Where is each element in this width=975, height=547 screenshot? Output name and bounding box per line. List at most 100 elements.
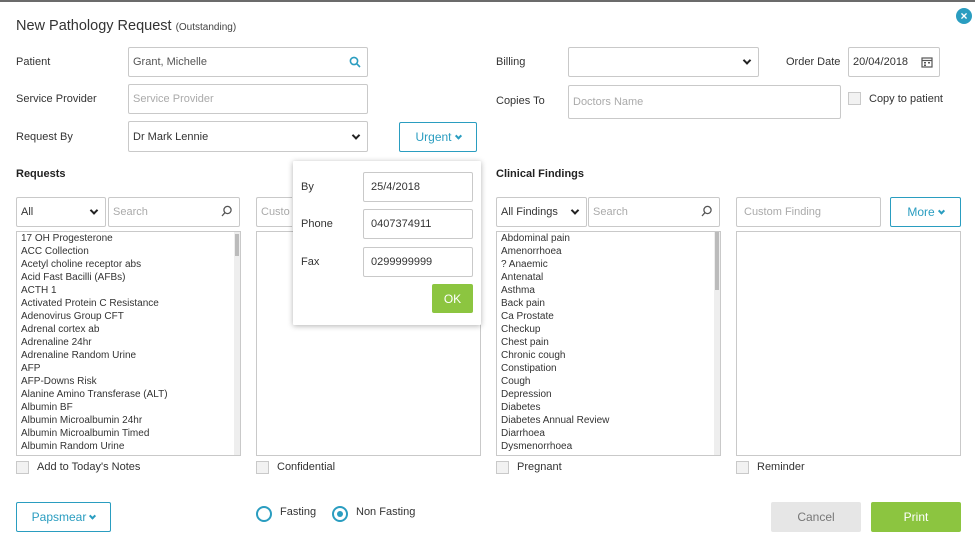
copies-to-input[interactable]: Doctors Name xyxy=(568,85,841,119)
findings-search-input[interactable]: Search xyxy=(588,197,720,227)
list-item[interactable]: AFP-Downs Risk xyxy=(17,375,240,388)
list-item[interactable]: Albumin Random Urine xyxy=(17,440,240,453)
list-item[interactable]: Diabetes Annual Review xyxy=(497,414,720,427)
list-item[interactable]: Acid Fast Bacilli (AFBs) xyxy=(17,271,240,284)
list-item[interactable]: AFP xyxy=(17,362,240,375)
findings-list-items: Abdominal pain Amenorrhoea? Anaemic Antena… xyxy=(497,232,720,453)
custom-request-input[interactable]: Custo xyxy=(256,197,292,227)
list-item[interactable]: Amenorrhoea xyxy=(497,245,720,258)
copy-to-patient-checkbox[interactable] xyxy=(848,92,861,105)
list-item[interactable]: Back pain xyxy=(497,297,720,310)
top-border xyxy=(0,0,975,2)
copies-to-label: Copies To xyxy=(496,95,545,107)
confidential-checkbox[interactable] xyxy=(256,461,269,474)
list-item[interactable]: ? Anaemic xyxy=(497,258,720,271)
scrollbar-thumb[interactable] xyxy=(235,234,239,256)
billing-select[interactable] xyxy=(568,47,759,77)
chevron-down-icon xyxy=(937,207,945,215)
patient-field[interactable]: Grant, Michelle xyxy=(128,47,368,77)
phone-input[interactable]: 0407374911 xyxy=(363,209,473,239)
request-by-value: Dr Mark Lennie xyxy=(133,130,209,143)
fax-input[interactable]: 0299999999 xyxy=(363,247,473,277)
list-item[interactable]: Adenovirus Group CFT xyxy=(17,310,240,323)
search-icon[interactable] xyxy=(701,205,713,217)
findings-list[interactable]: Abdominal pain Amenorrhoea? Anaemic Antena… xyxy=(496,231,721,456)
cancel-button[interactable]: Cancel xyxy=(771,502,861,532)
list-item[interactable]: Depression xyxy=(497,388,720,401)
ok-button[interactable]: OK xyxy=(432,284,473,313)
list-item[interactable]: Albumin BF xyxy=(17,401,240,414)
non-fasting-radio[interactable] xyxy=(332,506,348,522)
patient-label: Patient xyxy=(16,56,51,68)
list-item[interactable]: Albumin Microalbumin 24hr xyxy=(17,414,240,427)
phone-value: 0407374911 xyxy=(371,218,432,230)
list-item[interactable]: Diabetes xyxy=(497,401,720,414)
list-item[interactable]: Adrenaline 24hr xyxy=(17,336,240,349)
list-item[interactable]: Antenatal xyxy=(497,271,720,284)
list-item[interactable]: ACTH 1 xyxy=(17,284,240,297)
list-item[interactable]: Adrenal cortex ab xyxy=(17,323,240,336)
clinical-findings-heading: Clinical Findings xyxy=(496,168,585,180)
requests-search-input[interactable]: Search xyxy=(108,197,240,227)
list-item[interactable]: Ca Prostate xyxy=(497,310,720,323)
fasting-radio[interactable] xyxy=(256,506,272,522)
chevron-down-icon xyxy=(742,56,752,65)
pregnant-checkbox[interactable] xyxy=(496,461,509,474)
dialog-status: (Outstanding) xyxy=(175,22,237,33)
request-by-select[interactable]: Dr Mark Lennie xyxy=(128,121,368,152)
selected-findings-list[interactable] xyxy=(736,231,961,456)
scrollbar-thumb[interactable] xyxy=(715,232,719,290)
list-item[interactable]: Abdominal pain xyxy=(497,232,720,245)
list-item[interactable]: Alanine Amino Transferase (ALT) xyxy=(17,388,240,401)
requests-list-items: 17 OH Progesterone ACC Collection Acetyl c… xyxy=(17,232,240,453)
custom-finding-input[interactable]: Custom Finding xyxy=(736,197,881,227)
list-item[interactable]: Acetyl choline receptor abs xyxy=(17,258,240,271)
chevron-down-icon xyxy=(454,132,462,140)
service-provider-label: Service Provider xyxy=(16,93,97,105)
list-item[interactable]: Constipation xyxy=(497,362,720,375)
chevron-down-icon xyxy=(351,130,361,140)
requests-heading: Requests xyxy=(16,168,66,180)
list-item[interactable]: Diarrhoea xyxy=(497,427,720,440)
scrollbar[interactable] xyxy=(234,232,240,455)
requests-list[interactable]: 17 OH Progesterone ACC Collection Acetyl c… xyxy=(16,231,241,456)
findings-filter-select[interactable]: All Findings xyxy=(496,197,587,227)
requests-filter-select[interactable]: All xyxy=(16,197,106,227)
list-item[interactable]: Checkup xyxy=(497,323,720,336)
list-item[interactable]: Dysmenorrhoea xyxy=(497,440,720,453)
urgent-button[interactable]: Urgent xyxy=(399,122,477,152)
calendar-icon[interactable] xyxy=(921,56,933,68)
chevron-down-icon xyxy=(89,512,97,520)
list-item[interactable]: Chest pain xyxy=(497,336,720,349)
list-item[interactable]: 17 OH Progesterone xyxy=(17,232,240,245)
list-item[interactable]: Albumin Microalbumin Timed xyxy=(17,427,240,440)
fax-label: Fax xyxy=(301,256,320,268)
search-icon[interactable] xyxy=(349,56,361,68)
close-icon[interactable]: × xyxy=(956,8,972,24)
scrollbar[interactable] xyxy=(714,232,720,455)
list-item[interactable]: Activated Protein C Resistance xyxy=(17,297,240,310)
papsmear-button[interactable]: Papsmear xyxy=(16,502,111,532)
service-provider-input[interactable]: Service Provider xyxy=(128,84,368,114)
reminder-checkbox[interactable] xyxy=(736,461,749,474)
request-by-label: Request By xyxy=(16,131,73,143)
fasting-label: Fasting xyxy=(280,506,317,518)
print-label: Print xyxy=(903,510,929,524)
list-item[interactable]: Chronic cough xyxy=(497,349,720,362)
more-button[interactable]: More xyxy=(890,197,961,227)
urgent-label: Urgent xyxy=(415,130,452,144)
findings-filter-value: All Findings xyxy=(501,206,558,218)
list-item[interactable]: Adrenaline Random Urine xyxy=(17,349,240,362)
add-to-notes-label: Add to Today's Notes xyxy=(37,461,141,473)
list-item[interactable]: Cough xyxy=(497,375,720,388)
add-to-notes-checkbox[interactable] xyxy=(16,461,29,474)
order-date-input[interactable]: 20/04/2018 xyxy=(848,47,940,77)
list-item[interactable]: Asthma xyxy=(497,284,720,297)
service-provider-placeholder: Service Provider xyxy=(133,93,214,105)
by-date-input[interactable]: 25/4/2018 xyxy=(363,172,473,202)
cancel-label: Cancel xyxy=(797,510,835,524)
list-item[interactable]: ACC Collection xyxy=(17,245,240,258)
print-button[interactable]: Print xyxy=(871,502,961,532)
order-date-value: 20/04/2018 xyxy=(853,56,909,68)
search-icon[interactable] xyxy=(221,205,233,217)
